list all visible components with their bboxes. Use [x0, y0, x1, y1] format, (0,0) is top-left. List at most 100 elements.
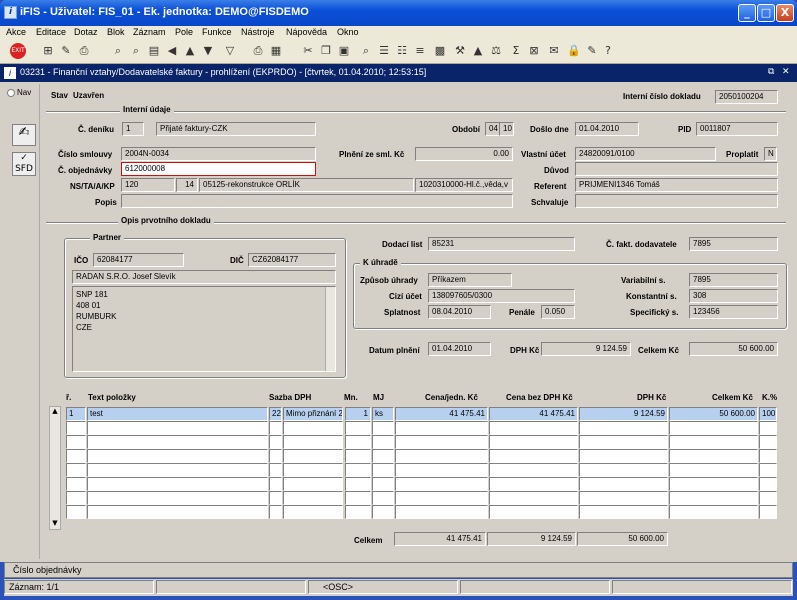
grid-cell-row-number[interactable]: [66, 463, 86, 477]
total-celkem-field[interactable]: 50 600.00: [577, 532, 668, 546]
grid-cell-text[interactable]: [87, 505, 268, 519]
close-button[interactable]: X: [776, 4, 794, 22]
grid-cell-sazba-code[interactable]: [269, 505, 282, 519]
grid-cell-cena-jedn[interactable]: [395, 505, 488, 519]
search-icon[interactable]: ⌕: [358, 43, 374, 59]
grid-cell-dph[interactable]: [579, 449, 668, 463]
grid-cell-cena-bez[interactable]: [489, 491, 578, 505]
grid-cell-celkem[interactable]: [669, 491, 758, 505]
schvaluje-field[interactable]: [575, 194, 778, 208]
paste-icon[interactable]: ▣: [336, 43, 352, 59]
referent-field[interactable]: PRIJMENI1346 Tomáš: [575, 178, 778, 192]
penale-field[interactable]: 0.050: [541, 305, 575, 319]
first-icon[interactable]: ◀: [164, 43, 180, 59]
grid-cell-mj[interactable]: [372, 435, 394, 449]
grid-cell-row-number[interactable]: [66, 505, 86, 519]
tag-icon[interactable]: ✎: [584, 43, 600, 59]
prev-icon[interactable]: ▲: [182, 43, 198, 59]
sum-icon[interactable]: Σ: [508, 43, 524, 59]
proplatit-field[interactable]: N: [764, 147, 777, 161]
grid-cell-sazba-code[interactable]: [269, 477, 282, 491]
address-scrollbar[interactable]: [325, 287, 335, 371]
grid-cell-k-percent[interactable]: [759, 449, 777, 463]
grid-cell-k-percent[interactable]: [759, 505, 777, 519]
grid-cell-mj[interactable]: [372, 421, 394, 435]
query-icon[interactable]: ⌕: [110, 43, 126, 59]
minimize-button[interactable]: _: [738, 4, 756, 22]
grid-cell-celkem[interactable]: [669, 449, 758, 463]
grid-cell-dph[interactable]: [579, 463, 668, 477]
menu-funkce[interactable]: Funkce: [202, 27, 232, 37]
doslo-field[interactable]: 01.04.2010: [575, 122, 639, 136]
grid-cell-row-number[interactable]: 1: [66, 407, 86, 421]
grid-cell-mn[interactable]: [345, 505, 371, 519]
total-bez-field[interactable]: 41 475.41: [394, 532, 486, 546]
grid-cell-k-percent[interactable]: [759, 435, 777, 449]
grid-cell-k-percent[interactable]: 100: [759, 407, 777, 421]
ico-field[interactable]: 62084177: [93, 253, 184, 267]
menu-blok[interactable]: Blok: [107, 27, 125, 37]
grid-cell-mj[interactable]: [372, 463, 394, 477]
obdobi-field[interactable]: 04: [485, 122, 500, 136]
dodaci-field[interactable]: 85231: [428, 237, 575, 251]
grid-cell-k-percent[interactable]: [759, 421, 777, 435]
grid-cell-mj[interactable]: [372, 491, 394, 505]
grid-cell-row-number[interactable]: [66, 421, 86, 435]
grid-cell-text[interactable]: [87, 463, 268, 477]
popis-field[interactable]: [121, 194, 513, 208]
grid-cell-mn[interactable]: [345, 463, 371, 477]
balance-icon[interactable]: ⚖: [488, 43, 504, 59]
grid-cell-mj[interactable]: ks: [372, 407, 394, 421]
grid-cell-cena-jedn[interactable]: [395, 491, 488, 505]
grid-cell-dph[interactable]: [579, 435, 668, 449]
cislo-deniku-field[interactable]: 1: [122, 122, 144, 136]
ns-field[interactable]: 120: [121, 178, 175, 192]
restore-icon[interactable]: ⧉: [768, 66, 774, 77]
mail-icon[interactable]: ✉: [546, 43, 562, 59]
clear-icon[interactable]: ✎: [58, 43, 74, 59]
ta-field[interactable]: 14: [176, 178, 198, 192]
grid-cell-mj[interactable]: [372, 449, 394, 463]
grid-scrollbar[interactable]: ▲ ▼: [49, 406, 61, 530]
grid-cell-celkem[interactable]: [669, 421, 758, 435]
celkem-kc-field[interactable]: 50 600.00: [689, 342, 778, 356]
grid-cell-text[interactable]: [87, 477, 268, 491]
datum-plneni-field[interactable]: 01.04.2010: [428, 342, 491, 356]
excel-icon[interactable]: ⊠: [526, 43, 542, 59]
grid-cell-mn[interactable]: [345, 477, 371, 491]
help-icon[interactable]: ?: [600, 43, 616, 59]
grid-cell-cena-bez[interactable]: [489, 449, 578, 463]
grid-cell-sazba-name[interactable]: Mimo přiznání 2: [283, 407, 343, 421]
grid-cell-sazba-name[interactable]: [283, 421, 343, 435]
a-field[interactable]: 1020310000-Hl.č.,věda,v: [415, 178, 513, 192]
count-icon[interactable]: ▤: [146, 43, 162, 59]
grid-cell-cena-bez[interactable]: [489, 463, 578, 477]
menu-napoveda[interactable]: Nápověda: [286, 27, 327, 37]
interni-cislo-field[interactable]: 2050100204: [715, 90, 778, 104]
smlouva-field[interactable]: 2004N-0034: [121, 147, 316, 161]
denik-name-field[interactable]: Přijaté faktury-CZK: [156, 122, 316, 136]
grid-cell-cena-bez[interactable]: 41 475.41: [489, 407, 578, 421]
filter-icon[interactable]: ▽: [222, 43, 238, 59]
copy-icon[interactable]: ❐: [318, 43, 334, 59]
maximize-button[interactable]: □: [757, 4, 775, 22]
grid-cell-sazba-code[interactable]: [269, 463, 282, 477]
grid-cell-celkem[interactable]: 50 600.00: [669, 407, 758, 421]
grid-cell-celkem[interactable]: [669, 435, 758, 449]
zpusob-uhrady-field[interactable]: Příkazem: [428, 273, 512, 287]
insert-icon[interactable]: ☰: [376, 43, 392, 59]
ta-name-field[interactable]: 05125-rekonstrukce ORLÍK: [199, 178, 414, 192]
grid-cell-sazba-code[interactable]: [269, 435, 282, 449]
grid-cell-row-number[interactable]: [66, 477, 86, 491]
save-icon[interactable]: ⊞: [40, 43, 56, 59]
grid-cell-cena-bez[interactable]: [489, 421, 578, 435]
grid-cell-dph[interactable]: [579, 491, 668, 505]
grid-cell-celkem[interactable]: [669, 477, 758, 491]
menu-pole[interactable]: Pole: [175, 27, 193, 37]
grid-cell-cena-jedn[interactable]: [395, 449, 488, 463]
cut-icon[interactable]: ✂: [300, 43, 316, 59]
nav-radio[interactable]: [7, 89, 15, 97]
grid-cell-sazba-name[interactable]: [283, 491, 343, 505]
grid-cell-cena-jedn[interactable]: [395, 435, 488, 449]
vlastni-ucet-field[interactable]: 24820091/0100: [575, 147, 716, 161]
